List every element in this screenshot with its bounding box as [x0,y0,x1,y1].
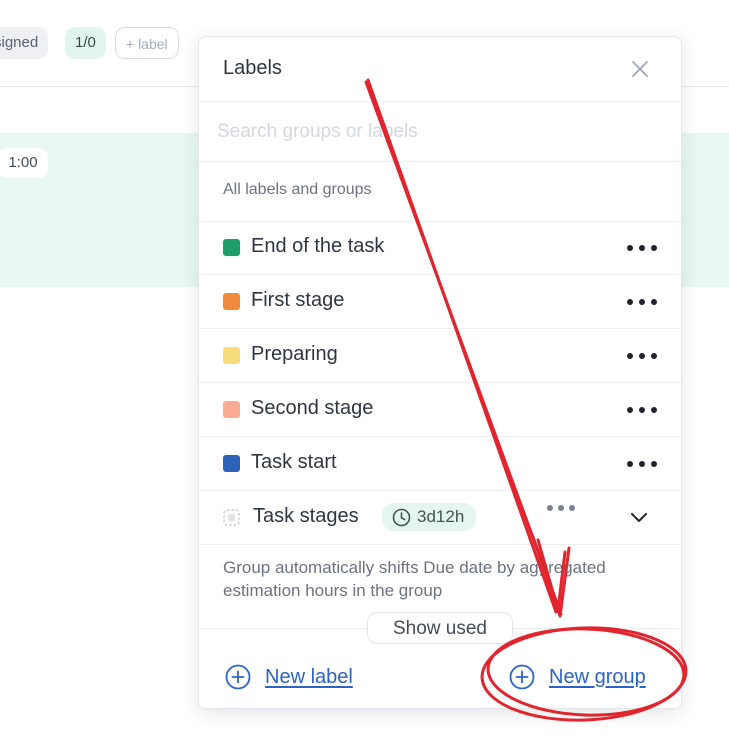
labels-popover: Labels All labels and groups End of the … [198,36,682,709]
chevron-down-icon [631,513,647,522]
new-label-text: New label [265,665,353,688]
plus-circle-icon [509,664,535,690]
label-more-button[interactable] [625,449,659,477]
group-icon [223,509,240,526]
label-item-task-start[interactable]: Task start [199,437,681,491]
search-input[interactable] [215,113,659,151]
label-name: Preparing [251,343,338,365]
group-description: Group automatically shifts Due date by a… [223,558,606,600]
label-name: Second stage [251,397,374,419]
group-more-button[interactable] [545,493,579,521]
label-more-button[interactable] [625,395,659,423]
show-used-button[interactable]: Show used [367,612,513,644]
group-item-task-stages[interactable]: Task stages 3d12h [199,491,681,545]
section-title: All labels and groups [223,181,372,198]
group-estimate-value: 3d12h [417,507,465,526]
clock-icon [392,508,411,526]
label-color-swatch [223,347,240,364]
label-more-button[interactable] [625,233,659,261]
label-item-preparing[interactable]: Preparing [199,329,681,383]
label-item-end-of-the-task[interactable]: End of the task [199,221,681,275]
assigned-chip[interactable]: signed [0,27,49,59]
label-color-swatch [223,239,240,256]
label-more-button[interactable] [625,341,659,369]
plus-circle-icon [225,664,251,690]
section-title-row: All labels and groups [199,161,681,222]
new-group-text: New group [549,665,646,688]
label-color-swatch [223,293,240,310]
popover-title: Labels [223,57,282,79]
label-item-first-stage[interactable]: First stage [199,275,681,329]
group-expand-toggle[interactable] [629,507,649,527]
label-more-button[interactable] [625,287,659,315]
search-row [199,101,681,162]
add-label-chip[interactable]: + label [115,27,179,59]
label-list: End of the task First stage Preparing Se… [199,221,681,545]
label-name: End of the task [251,235,385,257]
time-chip: 1:00 [0,148,48,178]
label-name: Task start [251,451,337,473]
label-color-swatch [223,401,240,418]
new-label-button[interactable]: New label [225,664,353,690]
label-item-second-stage[interactable]: Second stage [199,383,681,437]
close-icon [632,61,648,77]
label-name: First stage [251,289,345,311]
subtask-count-chip[interactable]: 1/0 [65,27,106,59]
new-group-button[interactable]: New group [509,664,646,690]
group-name: Task stages [253,505,359,527]
popover-header: Labels [199,37,681,102]
group-estimate-badge: 3d12h [382,503,477,531]
label-color-swatch [223,455,240,472]
close-button[interactable] [629,58,651,80]
